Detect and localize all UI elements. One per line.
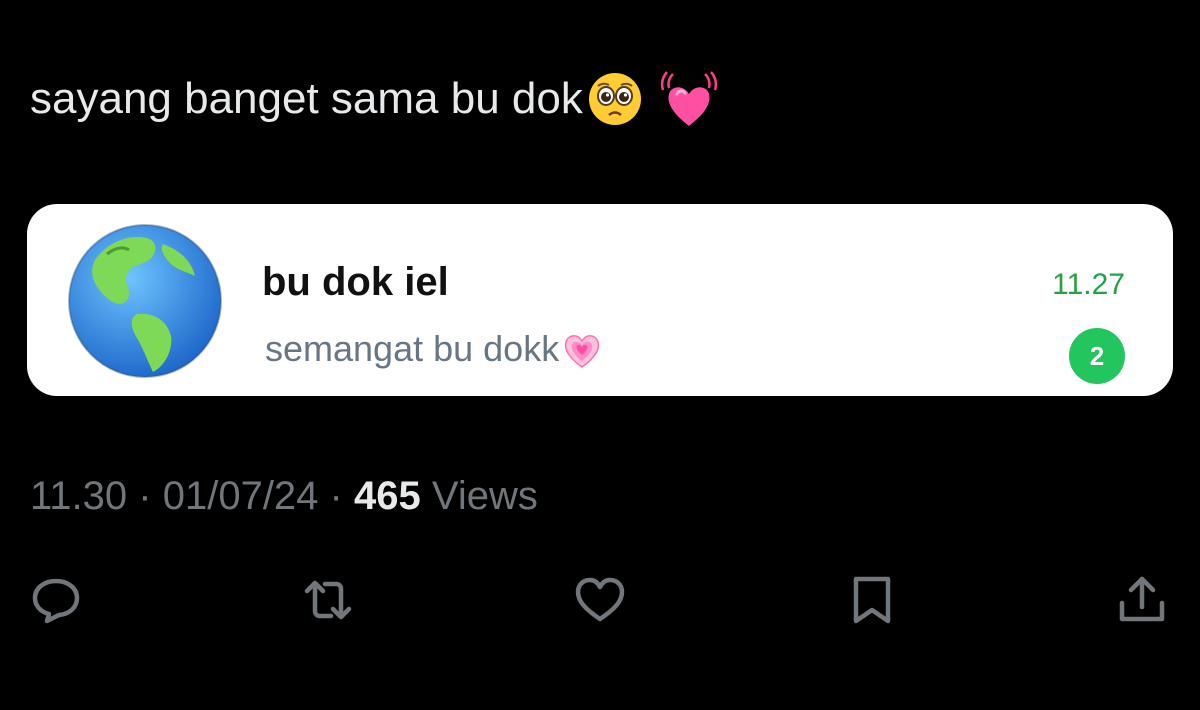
pleading-face-emoji-icon	[588, 73, 641, 125]
reply-button[interactable]	[26, 570, 86, 630]
globe-icon	[68, 224, 222, 378]
views-label: Views	[431, 474, 538, 518]
like-button[interactable]	[570, 570, 630, 630]
share-button[interactable]	[1112, 570, 1172, 630]
tweet-date: 01/07/24	[162, 474, 319, 518]
reply-icon	[32, 578, 80, 624]
meta-separator: ·	[138, 474, 152, 518]
tweet-actions-bar	[0, 570, 1200, 630]
bookmark-button[interactable]	[842, 570, 902, 630]
tweet-text: sayang banget sama bu dok	[30, 68, 719, 130]
tweet-meta: 11.30 · 01/07/24 · 465 Views	[30, 474, 538, 519]
share-icon	[1119, 576, 1165, 622]
unread-count-badge: 2	[1069, 328, 1125, 384]
tweet-time: 11.30	[30, 474, 128, 518]
views-count: 465	[354, 474, 421, 518]
chat-notification-card: bu dok iel semangat bu dokk 11.27 2	[27, 204, 1173, 396]
meta-separator: ·	[329, 474, 343, 518]
contact-name: bu dok iel	[262, 260, 449, 304]
message-time: 11.27	[1052, 268, 1125, 301]
message-preview: semangat bu dokk	[265, 328, 603, 370]
retweet-button[interactable]	[298, 570, 358, 630]
message-preview-text: semangat bu dokk	[265, 328, 560, 369]
growing-heart-emoji-icon	[564, 335, 600, 368]
beating-heart-emoji-icon	[660, 71, 717, 126]
bookmark-icon	[853, 576, 891, 624]
retweet-icon	[304, 580, 352, 620]
tweet-text-content: sayang banget sama bu dok	[30, 74, 583, 123]
heart-icon	[575, 577, 625, 622]
